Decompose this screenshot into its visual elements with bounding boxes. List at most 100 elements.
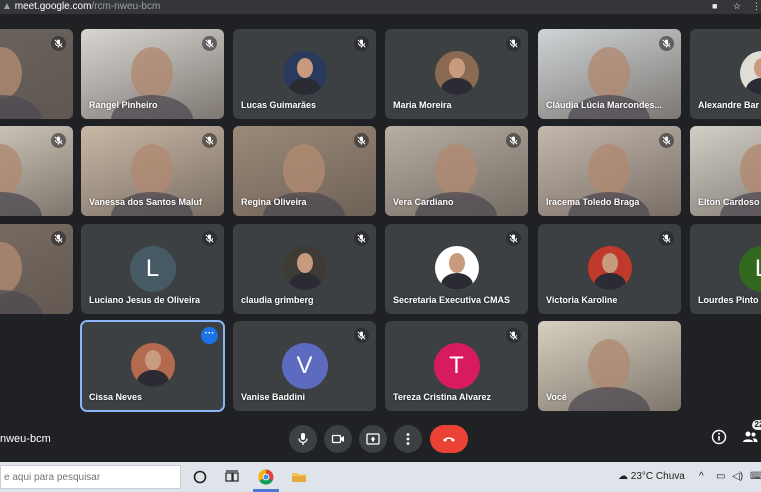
avatar-shoulders (440, 273, 473, 290)
chevron-up-icon[interactable]: ^ (699, 471, 704, 482)
participant-face (131, 47, 173, 99)
participant-face (435, 144, 477, 196)
mic-muted-icon (506, 36, 521, 51)
participant-name: Iracema Toledo Braga (546, 197, 640, 207)
participant-tile[interactable]: claudia grimberg (233, 224, 376, 314)
network-icon[interactable]: ▭ (716, 471, 725, 482)
avatar-letter: L (738, 246, 761, 292)
camera-icon (331, 434, 344, 444)
profile-avatar (434, 246, 479, 290)
participant-tile[interactable]: Rangel Pinheiro (81, 29, 224, 119)
participant-name: Lourdes Pinto (698, 295, 759, 305)
participant-name: Cissa Neves (89, 392, 143, 402)
participant-face (131, 144, 173, 196)
participant-tile[interactable]: Lucas Guimarães (233, 29, 376, 119)
star-icon[interactable]: ☆ (733, 1, 741, 12)
avatar-shoulders (288, 273, 321, 290)
participant-face (0, 242, 22, 294)
profile-avatar (130, 343, 175, 387)
people-icon[interactable] (742, 429, 758, 445)
participant-tile[interactable]: Elton Cardoso (690, 126, 761, 216)
end-call-icon (443, 437, 455, 442)
file-explorer-icon[interactable] (290, 468, 308, 486)
participant-tile[interactable]: Maria Moreira (385, 29, 528, 119)
participant-tile[interactable]: Regina Oliveira (233, 126, 376, 216)
avatar-shoulders (745, 78, 761, 95)
more-options-button[interactable] (394, 425, 422, 453)
participant-name: Rangel Pinheiro (89, 100, 158, 110)
end-call-button[interactable] (430, 425, 468, 453)
participant-face (588, 47, 630, 99)
avatar-letter: L (129, 246, 176, 292)
microphone-button[interactable] (289, 425, 317, 453)
cortana-icon[interactable] (191, 468, 209, 486)
participant-name: Cláudia Lúcia Marcondes... (546, 100, 663, 110)
meeting-grid: Rangel Pinheiro Lucas Guimarães Maria More… (0, 14, 761, 462)
avatar-letter: V (281, 343, 328, 389)
url-text[interactable]: ▲ meet.google.com/rcm-nweu-bcm (2, 1, 160, 12)
participant-tile[interactable]: Você (538, 321, 681, 411)
participant-tile[interactable]: L Luciano Jesus de Oliveira (81, 224, 224, 314)
participant-name: Maria Moreira (393, 100, 452, 110)
participant-name: Vanessa dos Santos Maluf (89, 197, 203, 207)
profile-avatar (282, 51, 327, 95)
video-camera-icon[interactable]: ■ (712, 1, 717, 11)
info-icon[interactable] (711, 429, 727, 445)
mic-muted-icon (202, 231, 217, 246)
mic-muted-icon (354, 133, 369, 148)
participant-tile[interactable]: Alexandre Bar (690, 29, 761, 119)
more-options-icon (406, 433, 410, 445)
more-icon[interactable]: ⋮ (752, 1, 761, 12)
mic-muted-icon (506, 328, 521, 343)
participant-tile[interactable]: Vanessa dos Santos Maluf (81, 126, 224, 216)
participant-name: Victoria Karoline (546, 295, 618, 305)
participant-face (0, 144, 22, 196)
tile-options-icon[interactable]: ··· (201, 327, 218, 344)
language-icon[interactable]: ⌨ (750, 471, 761, 482)
volume-icon[interactable]: ◁) (732, 471, 743, 482)
present-button[interactable] (359, 425, 387, 453)
lock-icon: ▲ (2, 1, 15, 12)
meeting-code: nweu-bcm (0, 433, 51, 445)
windows-taskbar: ☁ 23°C Chuva ^ ▭ ◁) ⌨ (0, 462, 761, 492)
participant-tile[interactable]: T Tereza Cristina Alvarez (385, 321, 528, 411)
avatar-face (144, 350, 161, 370)
participant-count-badge: 22 (752, 420, 761, 430)
participant-tile[interactable]: V Vanise Baddini (233, 321, 376, 411)
mic-muted-icon (659, 133, 674, 148)
participant-tile[interactable]: Cláudia Lúcia Marcondes... (538, 29, 681, 119)
weather-widget[interactable]: ☁ 23°C Chuva (618, 471, 685, 482)
mic-muted-icon (51, 133, 66, 148)
mic-muted-icon (354, 231, 369, 246)
participant-name: claudia grimberg (241, 295, 314, 305)
participant-tile[interactable]: Secretaria Executiva CMAS (385, 224, 528, 314)
task-view-icon[interactable] (223, 468, 241, 486)
participant-tile[interactable]: Iracema Toledo Braga (538, 126, 681, 216)
participant-name: Lucas Guimarães (241, 100, 317, 110)
participant-tile[interactable] (0, 224, 73, 314)
weather-condition: Chuva (655, 471, 685, 482)
participant-tile[interactable]: L Lourdes Pinto (690, 224, 761, 314)
avatar-shoulders (593, 273, 626, 290)
chrome-icon[interactable] (257, 468, 275, 486)
browser-address-bar[interactable]: ▲ meet.google.com/rcm-nweu-bcm ■ ☆ ⋮ (0, 0, 761, 14)
camera-button[interactable] (324, 425, 352, 453)
participant-name: Tereza Cristina Alvarez (393, 392, 492, 402)
participant-name: Luciano Jesus de Oliveira (89, 295, 201, 305)
taskbar-search-input[interactable] (1, 466, 177, 488)
participant-tile[interactable]: aral (0, 126, 73, 216)
participant-name: Você (546, 392, 567, 402)
profile-avatar (739, 51, 761, 95)
weather-icon: ☁ (618, 471, 631, 482)
mic-muted-icon (354, 36, 369, 51)
participant-tile[interactable]: Vera Cardiano (385, 126, 528, 216)
participant-tile[interactable] (0, 29, 73, 119)
participant-name: Vera Cardiano (393, 197, 454, 207)
participant-face (588, 339, 630, 391)
participant-tile[interactable]: Cissa Neves ··· (80, 320, 225, 412)
participant-tile[interactable]: Victoria Karoline (538, 224, 681, 314)
participant-name: Alexandre Bar (698, 100, 760, 110)
avatar-shoulders (288, 78, 321, 95)
participant-body (568, 387, 650, 411)
taskbar-search[interactable] (0, 465, 181, 489)
